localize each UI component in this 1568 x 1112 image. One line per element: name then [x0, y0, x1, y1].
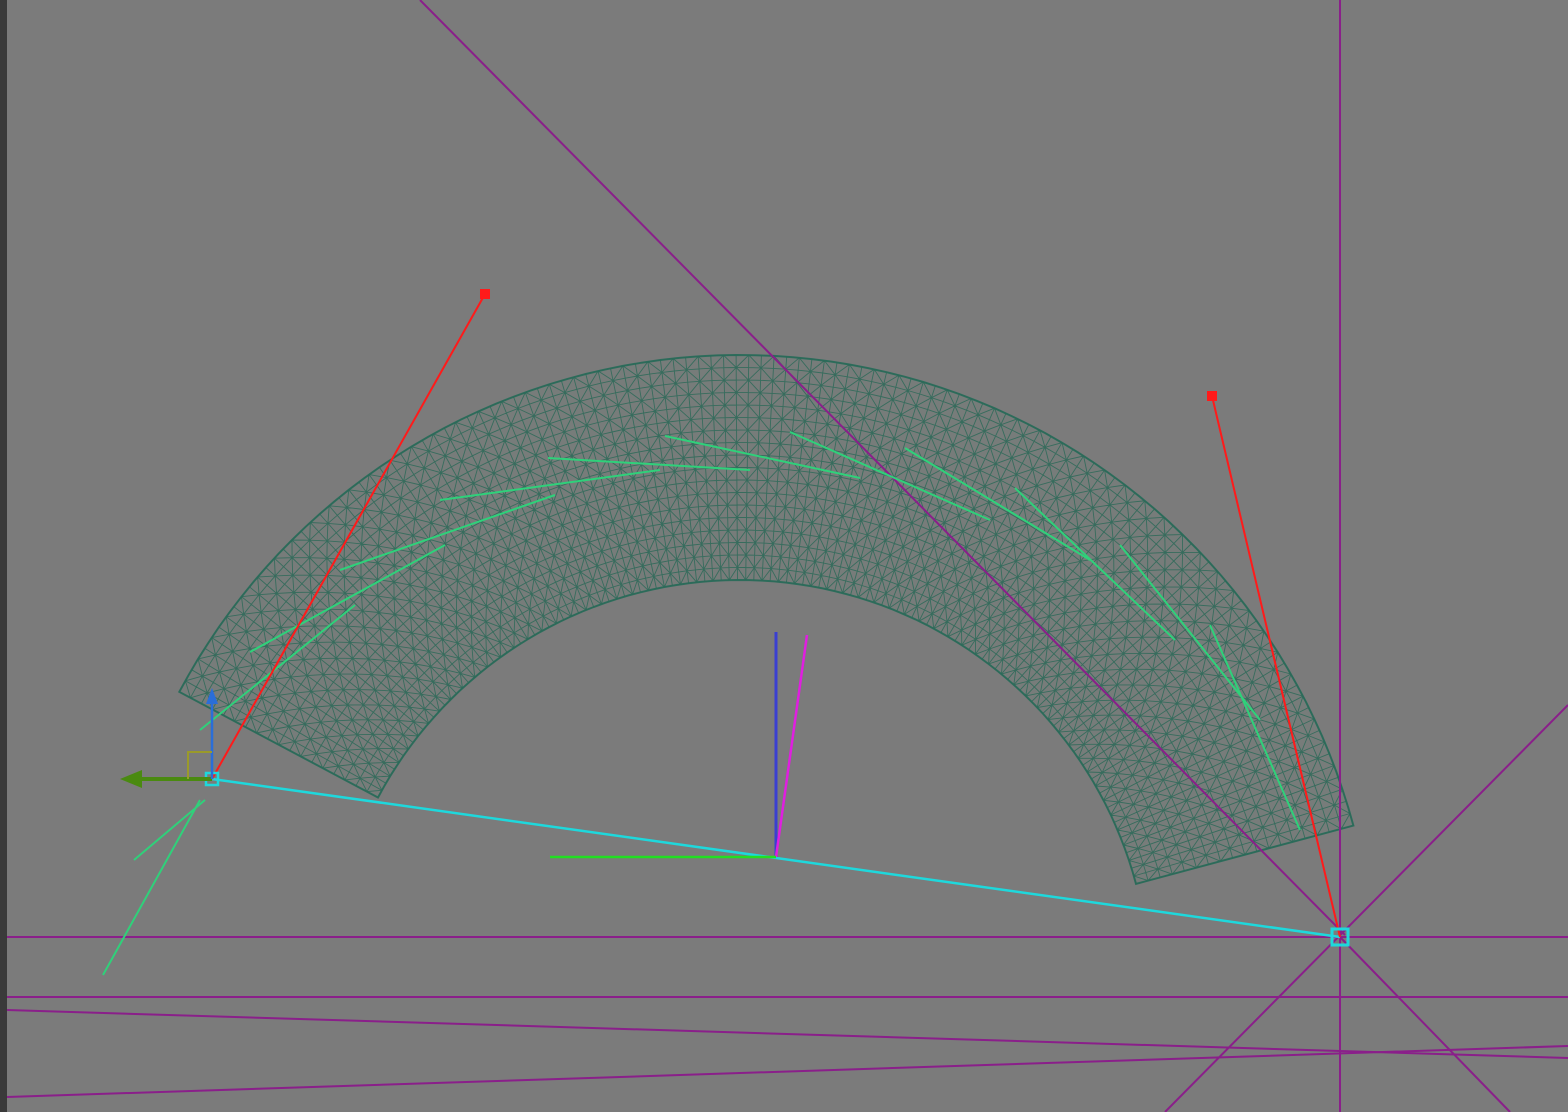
guide-line-slanted	[6, 1009, 1568, 1059]
3d-viewport[interactable]	[0, 0, 1568, 1112]
guide-line-slanted	[6, 1045, 1568, 1098]
scene-canvas[interactable]	[0, 0, 1568, 1112]
guide-line-diagonal	[1339, 936, 1511, 1112]
red-square-handle-icon[interactable]	[480, 289, 490, 299]
gizmo-x-arrow[interactable]	[120, 770, 142, 788]
arch-wireframe-mesh[interactable]	[177, 353, 1355, 886]
red-square-handle-icon[interactable]	[1207, 391, 1217, 401]
gizmo-plane-handle[interactable]	[187, 751, 212, 779]
axis-magenta-line	[774, 634, 809, 858]
bone-strand	[133, 799, 206, 861]
bone-strand	[102, 799, 201, 976]
